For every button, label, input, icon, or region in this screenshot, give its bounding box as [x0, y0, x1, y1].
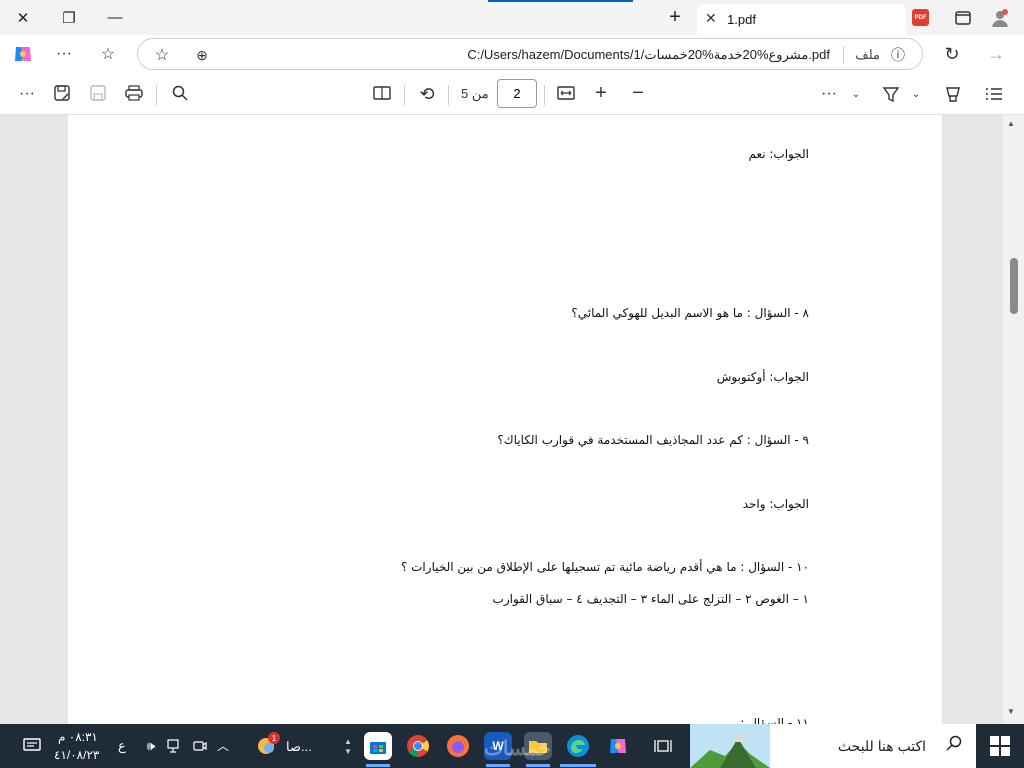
clock-date[interactable]: ٤١/٠٨/٢٣: [54, 748, 99, 762]
taskbar-scroll-icon[interactable]: ▲ ▼: [342, 732, 354, 762]
page-number-input[interactable]: 2: [497, 79, 537, 108]
zoom-out-icon[interactable]: −: [628, 82, 648, 104]
file-label: ملف: [855, 47, 880, 62]
window-restore-button[interactable]: ❐: [46, 0, 92, 35]
scroll-up-icon[interactable]: ▲: [1007, 119, 1015, 128]
notification-badge: 1: [268, 732, 280, 744]
options-line: ١ – الغوص ٢ – التزلج على الماء ٣ – التجد…: [492, 592, 809, 606]
new-tab-button[interactable]: +: [652, 0, 698, 35]
pdf-file-icon: PDF: [912, 9, 929, 26]
task-view-icon[interactable]: [652, 736, 674, 756]
restore-icon: ❐: [62, 9, 76, 27]
tab-pdf[interactable]: ✕ 1.pdf: [697, 4, 906, 35]
zoom-icon[interactable]: ⊕: [192, 45, 212, 65]
divider: [448, 85, 449, 105]
network-icon[interactable]: [166, 737, 184, 755]
close-icon: ✕: [16, 9, 30, 27]
active-indicator: [486, 764, 510, 767]
question-line: ٨ - السؤال : ما هو الاسم البديل للهوكي ا…: [571, 306, 809, 320]
divider: [156, 85, 157, 105]
question-line: ٩ - السؤال : كم عدد المجاذيف المستخدمة ف…: [497, 433, 809, 447]
profile-avatar-icon[interactable]: [988, 6, 1012, 30]
store-icon[interactable]: [364, 732, 392, 760]
tab-actions-icon[interactable]: [952, 8, 974, 28]
annotation-more-icon[interactable]: ···: [818, 85, 840, 103]
favorites-icon[interactable]: ☆: [96, 42, 120, 66]
forward-icon[interactable]: →: [984, 42, 1008, 66]
highlight-icon[interactable]: [942, 83, 964, 105]
chevron-down-icon[interactable]: ⌄: [908, 85, 924, 103]
vertical-scrollbar[interactable]: ▲ ▼: [1003, 115, 1024, 724]
divider: [544, 85, 545, 105]
plus-icon: +: [669, 6, 681, 28]
print-icon[interactable]: [124, 83, 144, 103]
search-placeholder: اكتب هنا للبحث: [837, 738, 926, 754]
notification-center-icon[interactable]: [22, 736, 42, 756]
page-view-icon[interactable]: [372, 83, 392, 103]
copilot-icon[interactable]: [10, 41, 36, 67]
divider: [404, 85, 405, 105]
save-as-icon[interactable]: [52, 83, 72, 103]
chrome-icon[interactable]: [404, 732, 432, 760]
volume-icon[interactable]: 🕪: [142, 737, 160, 755]
start-button[interactable]: [990, 736, 1010, 756]
toolbar-more-icon[interactable]: ···: [16, 85, 38, 103]
taskbar-search-box[interactable]: اكتب هنا للبحث: [690, 724, 976, 768]
zoom-in-icon[interactable]: +: [591, 82, 611, 104]
active-indicator: [366, 764, 390, 767]
address-bar: ··· ☆ ☆ ⊕ C:/Users/hazem/Documents/1/مشر…: [0, 35, 1024, 73]
chevron-up-icon[interactable]: ︿: [214, 736, 232, 754]
active-indicator: [526, 764, 550, 767]
firefox-icon[interactable]: [444, 732, 472, 760]
url-separator: [843, 46, 844, 64]
answer-line: الجواب: أوكتوبوش: [716, 370, 809, 384]
chevron-down-icon[interactable]: ⌄: [848, 85, 864, 103]
clock-time[interactable]: ٠٨:٣١ م: [58, 730, 98, 744]
language-indicator[interactable]: ع: [118, 738, 126, 754]
url-text[interactable]: C:/Users/hazem/Documents/1/مشروع%20خدمة%…: [467, 47, 830, 63]
save-icon[interactable]: [88, 83, 108, 103]
edge-icon[interactable]: [564, 732, 592, 760]
rotate-icon[interactable]: ⟲: [416, 83, 438, 105]
tab-close-icon[interactable]: ✕: [705, 10, 717, 27]
search-icon[interactable]: [170, 83, 190, 103]
page-count: من 5: [461, 86, 489, 101]
taskbar-app-label[interactable]: صا...: [286, 739, 312, 755]
question-line: ١٠ - السؤال : ما هي أقدم رياضة مائية تم …: [400, 560, 809, 574]
fit-width-icon[interactable]: [555, 83, 577, 103]
site-info-icon[interactable]: ⓘ: [888, 45, 908, 65]
answer-line: الجواب: نعم: [748, 147, 809, 161]
pdf-page: الجواب: نعم ٨ - السؤال : ما هو الاسم الب…: [68, 115, 942, 724]
active-indicator: [560, 764, 596, 767]
taskbar: ٠٨:٣١ م ٤١/٠٨/٢٣ ع 🕪 ︿ 1 صا... ▲ ▼ W خمسا…: [0, 724, 1024, 768]
omnibox[interactable]: ☆ ⊕ C:/Users/hazem/Documents/1/مشروع%20خ…: [137, 38, 923, 70]
more-options-icon[interactable]: ···: [52, 44, 76, 64]
contents-list-icon[interactable]: [982, 83, 1006, 105]
pdf-viewer[interactable]: الجواب: نعم ٨ - السؤال : ما هو الاسم الب…: [0, 115, 1024, 724]
meet-now-icon[interactable]: [191, 737, 209, 755]
loading-indicator: [488, 0, 633, 2]
draw-icon[interactable]: [880, 83, 902, 105]
add-favorite-star-icon[interactable]: ☆: [152, 45, 172, 65]
scrollbar-thumb[interactable]: [1010, 258, 1018, 314]
tab-title: 1.pdf: [727, 12, 756, 27]
window-minimize-button[interactable]: —: [92, 0, 138, 35]
copilot-taskbar-icon[interactable]: [604, 732, 632, 760]
search-highlight-image: [690, 724, 770, 768]
refresh-icon[interactable]: ↻: [940, 42, 964, 66]
answer-line: الجواب: واحد: [742, 497, 809, 511]
question-line: ١١ - السؤال : ...: [725, 716, 809, 724]
scroll-down-icon[interactable]: ▼: [1007, 707, 1015, 716]
minimize-icon: —: [107, 9, 123, 26]
window-close-button[interactable]: ✕: [0, 0, 46, 35]
search-icon: [946, 735, 962, 756]
title-bar: ✕ ❐ — + ✕ 1.pdf PDF: [0, 0, 1024, 35]
pdf-toolbar: ··· ⟲ من 5 2 + − ··· ⌄ ⌄: [0, 73, 1024, 115]
watermark: خمسات: [484, 738, 551, 760]
